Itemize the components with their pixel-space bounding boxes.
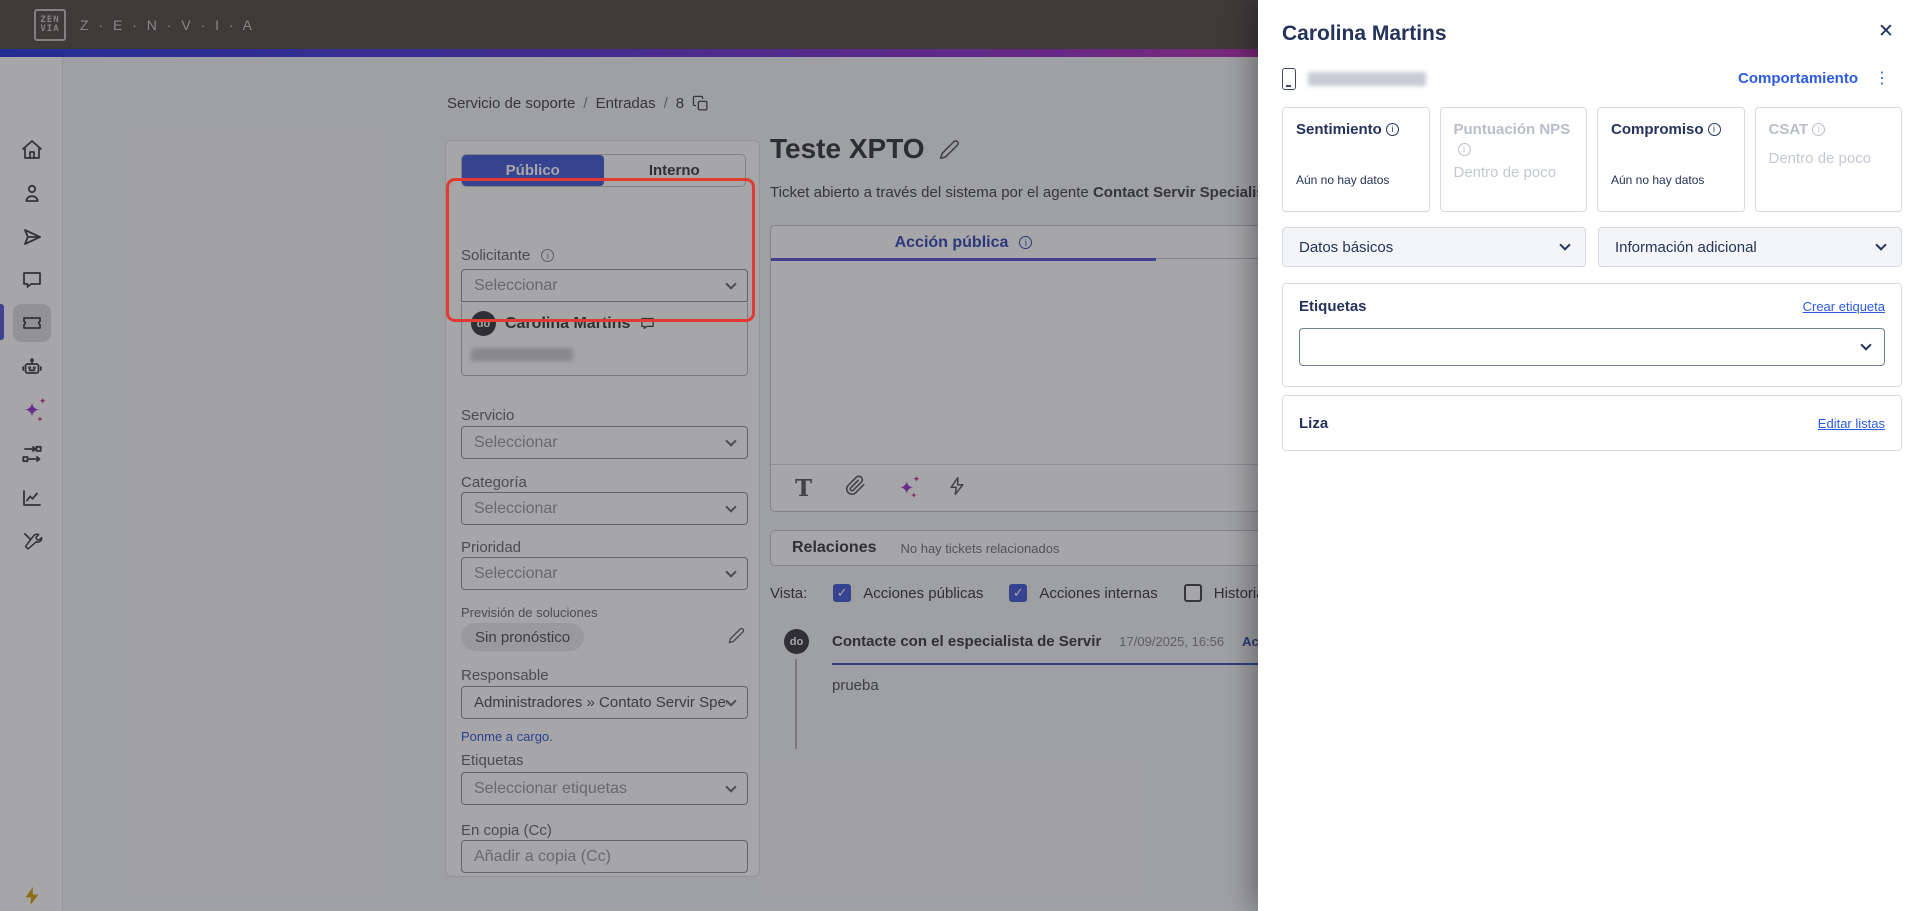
metric-title: CSAT [1768,121,1809,138]
contact-phone-row [1282,68,1426,90]
metric-card-compromiso: Compromiso i Aún no hay datos [1597,107,1745,212]
lists-title: Liza [1299,414,1329,432]
create-tag-link[interactable]: Crear etiqueta [1803,299,1885,314]
comportamiento-link[interactable]: Comportamiento [1738,70,1858,87]
info-icon[interactable]: i [1385,122,1399,136]
tags-select[interactable] [1299,328,1885,366]
contact-panel-title: Carolina Martins [1282,22,1447,45]
edit-lists-link[interactable]: Editar listas [1818,416,1885,431]
lists-section: Liza Editar listas [1282,395,1902,451]
accordion-informacion-adicional[interactable]: Información adicional [1598,227,1902,267]
mobile-phone-icon [1282,68,1296,90]
info-icon[interactable]: i [1812,122,1826,136]
metric-title: Sentimiento [1296,121,1382,138]
redacted-phone-number [1308,72,1426,86]
info-icon[interactable]: i [1457,142,1471,156]
metric-value: Dentro de poco [1768,150,1872,167]
metric-card-sentimiento: Sentimiento i Aún no hay datos [1282,107,1430,212]
accordion-label: Datos básicos [1299,238,1394,256]
chevron-down-icon [1559,239,1571,251]
close-icon[interactable]: ✕ [1878,22,1894,41]
dim-overlay [0,0,1258,911]
chevron-down-icon [1860,339,1872,351]
metric-card-csat: CSAT i Dentro de poco [1754,107,1902,212]
contact-metrics-row: Sentimiento i Aún no hay datos Puntuación… [1282,107,1902,212]
info-icon[interactable]: i [1707,122,1721,136]
contact-detail-panel: Carolina Martins ✕ Comportamiento ⋮ Sent… [1258,0,1920,911]
tags-section: Etiquetas Crear etiqueta [1282,283,1902,387]
metric-title: Puntuación NPS [1453,121,1571,138]
accordion-label: Información adicional [1615,238,1757,256]
kebab-menu-icon[interactable]: ⋮ [1874,68,1890,88]
annotation-red-box [446,178,755,322]
accordion-datos-basicos[interactable]: Datos básicos [1282,227,1586,267]
metric-value: Dentro de poco [1453,164,1557,181]
metric-value: Aún no hay datos [1611,173,1705,187]
chevron-down-icon [1875,239,1887,251]
behavior-actions: Comportamiento ⋮ [1738,68,1890,88]
tags-title: Etiquetas [1299,298,1367,315]
app-root: ZEN VIA Z · E · N · V · I · A ✦ ✦ ✦ Serv… [0,0,1920,911]
metric-title: Compromiso [1611,121,1704,138]
metric-value: Aún no hay datos [1296,173,1390,187]
metric-card-nps: Puntuación NPS i Dentro de poco [1439,107,1587,212]
